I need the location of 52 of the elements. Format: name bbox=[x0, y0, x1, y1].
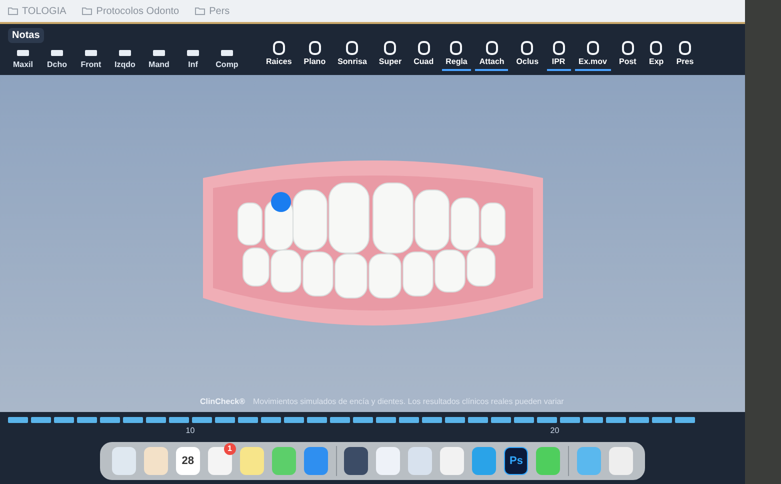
tool-icon bbox=[448, 40, 464, 56]
app-icon[interactable] bbox=[344, 447, 368, 475]
notes-tab[interactable]: Notas bbox=[8, 28, 44, 43]
folder-icon bbox=[195, 7, 206, 15]
tool-button[interactable]: Ex.mov bbox=[574, 40, 611, 71]
app-icon[interactable]: Ps bbox=[504, 447, 528, 475]
tool-icon bbox=[306, 40, 323, 56]
tool-button[interactable]: Plano bbox=[300, 40, 330, 71]
view-icon bbox=[220, 47, 234, 59]
view-button[interactable]: Maxil bbox=[8, 47, 38, 71]
tool-icon bbox=[416, 40, 432, 56]
tool-icon bbox=[344, 40, 360, 56]
view-button[interactable]: Dcho bbox=[42, 47, 72, 71]
tool-button[interactable]: IPR bbox=[546, 40, 571, 71]
view-button[interactable]: Front bbox=[76, 47, 106, 71]
tool-button[interactable]: Super bbox=[374, 40, 406, 71]
tool-icon bbox=[677, 40, 693, 56]
tool-button[interactable]: Post bbox=[614, 40, 640, 71]
view-icon bbox=[16, 47, 30, 59]
view-button[interactable]: Comp bbox=[212, 47, 242, 71]
tool-icon bbox=[484, 40, 500, 56]
tool-icon bbox=[620, 40, 636, 56]
view-icon bbox=[118, 47, 132, 59]
tool-icon bbox=[550, 40, 567, 56]
tool-button[interactable]: Cuad bbox=[410, 40, 438, 71]
stage-number: 20 bbox=[550, 425, 560, 437]
view-icon bbox=[84, 47, 98, 59]
tool-icon bbox=[584, 40, 601, 56]
folder-icon bbox=[82, 7, 92, 15]
tool-button[interactable]: Regla bbox=[442, 40, 472, 71]
view-icon bbox=[186, 47, 200, 59]
view-icon bbox=[50, 47, 64, 59]
tool-button[interactable]: Raices bbox=[262, 40, 296, 71]
tool-icon bbox=[648, 40, 664, 56]
tool-button[interactable]: Oclus bbox=[512, 40, 543, 71]
tool-button[interactable]: Exp bbox=[644, 40, 668, 71]
view-button[interactable]: Izqdo bbox=[110, 47, 140, 71]
view-icon bbox=[152, 47, 166, 59]
stage-number: 10 bbox=[186, 425, 195, 437]
tool-button[interactable]: Pres bbox=[672, 40, 698, 71]
view-button[interactable]: Mand bbox=[144, 47, 174, 71]
caption-brand: ClinCheck® bbox=[200, 396, 246, 408]
app-icon[interactable]: 28 bbox=[176, 447, 200, 475]
tool-button[interactable]: Sonrisa bbox=[334, 40, 371, 71]
tool-icon bbox=[382, 40, 398, 56]
attachment-marker bbox=[270, 192, 290, 212]
tool-icon bbox=[519, 40, 536, 56]
tool-button[interactable]: Attach bbox=[475, 40, 508, 71]
notification-badge: 1 bbox=[224, 443, 236, 455]
folder-icon bbox=[8, 7, 18, 15]
tool-icon bbox=[270, 40, 287, 56]
view-button[interactable]: Inf bbox=[178, 47, 208, 71]
